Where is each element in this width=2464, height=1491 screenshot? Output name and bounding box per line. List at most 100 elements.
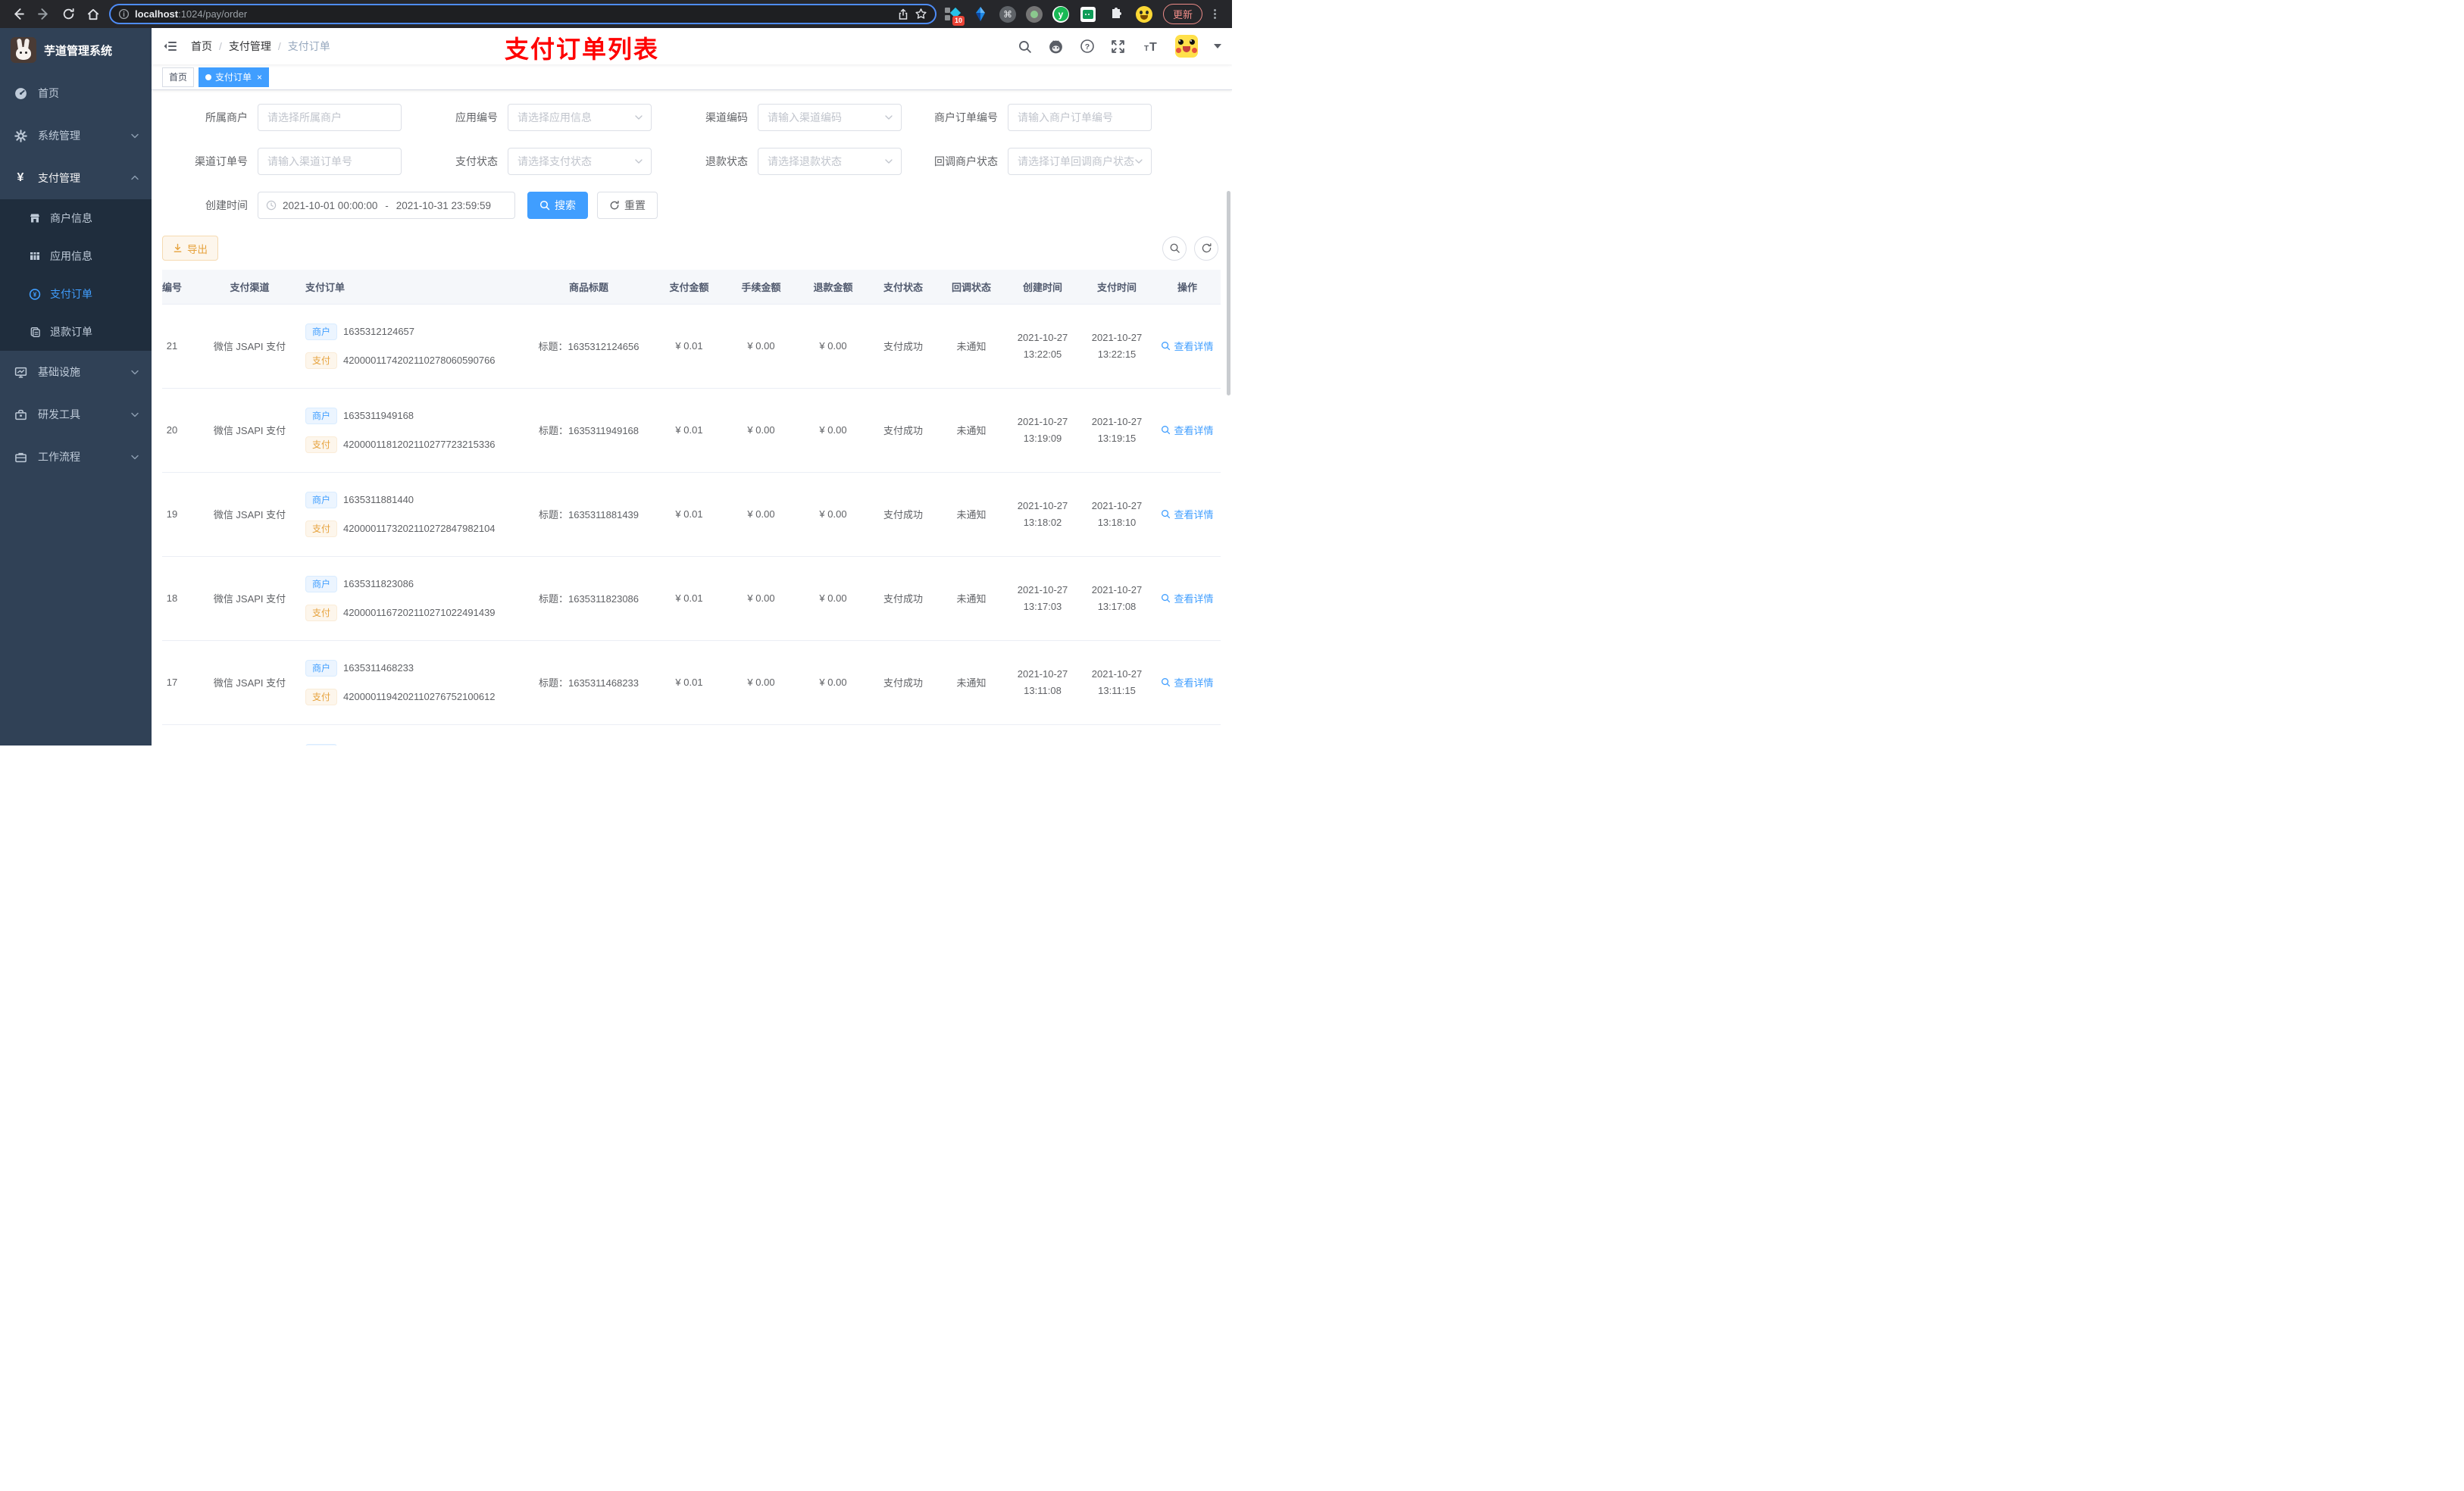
search-button[interactable]: 搜索 (527, 192, 588, 219)
view-detail-link[interactable]: 查看详情 (1161, 507, 1214, 521)
site-info-icon[interactable] (118, 8, 130, 20)
merchant-tag: 商户 (305, 491, 338, 508)
reset-button[interactable]: 重置 (597, 192, 658, 219)
tab-pay-order[interactable]: 支付订单 × (199, 67, 270, 87)
view-detail-link[interactable]: 查看详情 (1161, 675, 1214, 689)
active-tab-dot (205, 73, 212, 80)
channel-pay-no: 4200001174202110278060590766 (343, 355, 496, 366)
page-scrollbar[interactable] (1227, 191, 1230, 395)
extension-emoji-icon[interactable] (1135, 5, 1153, 23)
col-header-title: 商品标题 (524, 270, 653, 305)
extension-tabs-icon[interactable]: 10 (943, 5, 965, 26)
pay-order-cell: 商户 1635311468233 支付 42000011942021102767… (301, 641, 524, 724)
search-icon[interactable] (1018, 39, 1032, 54)
forward-icon[interactable] (34, 5, 52, 23)
channel-pay-no: 4200001167202110271022491439 (343, 607, 496, 618)
sidebar-item-infra[interactable]: 基础设施 (0, 351, 152, 393)
avatar[interactable] (1175, 35, 1198, 58)
channel-order-no-input[interactable] (258, 148, 402, 175)
toggle-search-button[interactable] (1162, 236, 1187, 261)
page: localhost:1024/pay/order 10 ⌘ y 更新 芋道管理系… (0, 0, 1232, 746)
help-icon[interactable]: ? (1080, 39, 1095, 54)
address-bar[interactable]: localhost:1024/pay/order (109, 4, 937, 24)
search-icon (1162, 342, 1171, 351)
merchant-order-no-input[interactable] (1008, 104, 1152, 131)
view-detail-link[interactable]: 查看详情 (1161, 591, 1214, 605)
browser-menu-icon[interactable] (1212, 9, 1218, 19)
back-icon[interactable] (9, 5, 27, 23)
search-icon (539, 200, 550, 211)
sidebar-item-home[interactable]: 首页 (0, 72, 152, 114)
tab-home[interactable]: 首页 (162, 67, 195, 87)
extension-chat-icon[interactable] (1079, 5, 1097, 23)
sidebar-item-devtools[interactable]: 研发工具 (0, 393, 152, 436)
app-logo[interactable]: 芋道管理系统 (0, 28, 152, 72)
sidebar-item-workflow[interactable]: 工作流程 (0, 436, 152, 478)
reload-icon[interactable] (59, 5, 77, 23)
refund-status-select[interactable]: 请选择退款状态 (758, 148, 902, 175)
breadcrumb-home[interactable]: 首页 (191, 39, 212, 54)
merchant-tag: 商户 (305, 407, 338, 424)
pay-status-select[interactable]: 请选择支付状态 (508, 148, 652, 175)
filter-label: 支付状态 (455, 155, 498, 167)
sidebar-item-merchant-info[interactable]: 商户信息 (0, 199, 152, 237)
bookmark-star-icon[interactable] (915, 8, 927, 20)
browser-update-button[interactable]: 更新 (1163, 4, 1203, 24)
sidebar-fold-icon[interactable] (162, 38, 179, 55)
avatar-caret-icon[interactable] (1214, 44, 1221, 48)
home-icon[interactable] (84, 5, 102, 23)
github-icon[interactable] (1048, 39, 1064, 55)
col-header-refund: 退款金额 (797, 270, 869, 305)
pay-channel: 微信 JSAPI 支付 (213, 341, 286, 352)
merchant-input[interactable] (258, 104, 402, 131)
sidebar-item-system[interactable]: 系统管理 (0, 114, 152, 157)
sidebar-item-refund-order[interactable]: 退款订单 (0, 313, 152, 351)
create-time-cell: 2021-10-27 13:18:02 (1005, 472, 1080, 557)
table-row: 17 微信 JSAPI 支付 商户 1635311468233 支付 42000… (162, 640, 1221, 725)
extension-dot-icon[interactable] (1026, 5, 1043, 23)
notify-status-select[interactable]: 请选择订单回调商户状态 (1008, 148, 1152, 175)
app-select[interactable]: 请选择应用信息 (508, 104, 652, 131)
pay-status: 支付成功 (883, 341, 923, 352)
view-detail-link[interactable]: 查看详情 (1161, 339, 1214, 353)
extensions-puzzle-icon[interactable] (1107, 5, 1125, 23)
close-icon[interactable]: × (257, 72, 262, 83)
channel-code-select[interactable]: 请输入渠道编码 (758, 104, 902, 131)
notify-status: 未通知 (956, 509, 987, 520)
create-time-cell: 2021-10-27 13:17:03 (1005, 556, 1080, 641)
sidebar-item-pay-order[interactable]: ¥ 支付订单 (0, 275, 152, 313)
pay-amount: ¥ 0.01 (675, 677, 703, 688)
search-icon (1162, 510, 1171, 519)
view-detail-link[interactable]: 查看详情 (1161, 423, 1214, 437)
table-row: 21 微信 JSAPI 支付 商户 1635312124657 支付 42000… (162, 304, 1221, 389)
filter-label: 应用编号 (455, 111, 498, 123)
export-button[interactable]: 导出 (162, 236, 218, 261)
goods-title: 标题：1635311949168 (538, 425, 639, 436)
refresh-table-button[interactable] (1194, 236, 1218, 261)
pay-status: 支付成功 (883, 509, 923, 520)
table-row: 商户 1635311351786 支付 查看详情 (162, 724, 1221, 746)
clock-icon (266, 200, 277, 211)
search-icon (1162, 426, 1171, 435)
breadcrumb-pay-mgmt[interactable]: 支付管理 (229, 39, 271, 54)
svg-text:¥: ¥ (33, 290, 37, 298)
col-header-status: 支付状态 (869, 270, 937, 305)
sidebar-item-app-info[interactable]: 应用信息 (0, 237, 152, 275)
goods-title: 标题：1635312124656 (538, 341, 639, 352)
channel-pay-no: 4200001194202110276752100612 (343, 691, 496, 702)
share-icon[interactable] (897, 8, 909, 20)
sidebar-item-payment[interactable]: ¥ 支付管理 (0, 157, 152, 199)
fullscreen-icon[interactable] (1111, 39, 1125, 54)
extension-command-icon[interactable]: ⌘ (999, 5, 1016, 23)
yen-circle-icon: ¥ (29, 288, 41, 301)
sidebar-item-label: 研发工具 (38, 408, 80, 420)
pay-status: 支付成功 (883, 593, 923, 605)
chevron-up-icon (130, 173, 139, 183)
font-size-icon[interactable]: TT (1141, 39, 1159, 54)
extension-y-icon[interactable]: y (1052, 5, 1069, 23)
create-time-range-picker[interactable]: 2021-10-01 00:00:00 - 2021-10-31 23:59:5… (258, 192, 515, 219)
filter-label: 渠道编码 (705, 111, 748, 123)
extension-kite-icon[interactable] (971, 5, 990, 23)
sidebar-item-label: 商户信息 (50, 212, 92, 224)
create-time-cell (1005, 724, 1080, 746)
